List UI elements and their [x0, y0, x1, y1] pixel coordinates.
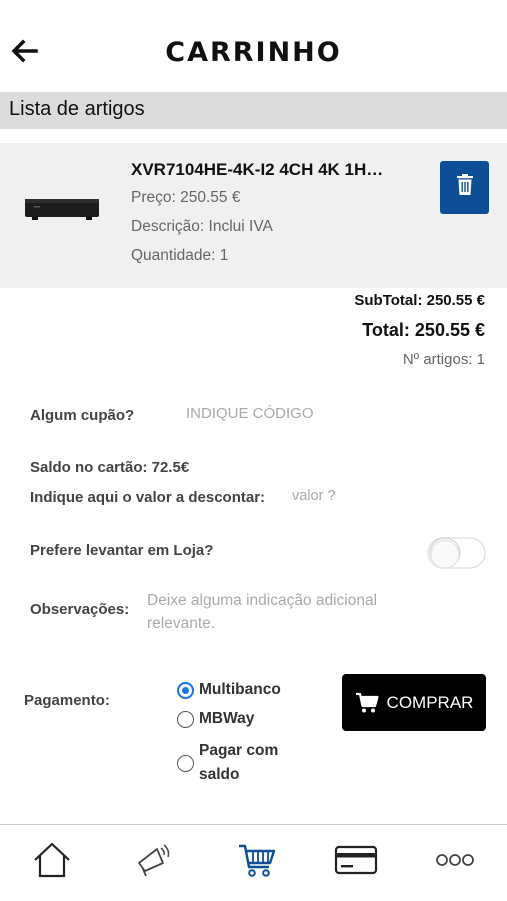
item-name: XVR7104HE-4K-I2 4CH 4K 1H…: [131, 160, 384, 179]
payment-option-balance[interactable]: Pagar com saldo: [177, 739, 317, 787]
megaphone-icon: [135, 843, 171, 882]
nav-cart[interactable]: [232, 837, 282, 887]
coupon-input[interactable]: INDIQUE CÓDIGO: [186, 405, 386, 427]
page-title: CARRINHO: [165, 37, 342, 68]
item-description: Descrição: Inclui IVA: [131, 218, 273, 235]
item-quantity: Quantidade: 1: [131, 247, 229, 264]
home-icon: [33, 842, 71, 883]
payment-option-label: Pagar com saldo: [199, 742, 279, 783]
radio-icon: [177, 710, 194, 728]
trash-icon: [456, 174, 473, 201]
nav-card[interactable]: [331, 837, 381, 887]
discount-input[interactable]: valor ?: [292, 488, 412, 510]
notes-label: Observações:: [30, 601, 130, 618]
payment-option-multibanco[interactable]: Multibanco: [177, 681, 281, 699]
more-icon: [435, 852, 475, 873]
store-pickup-label: Prefere levantar em Loja?: [30, 542, 214, 559]
coupon-label: Algum cupão?: [30, 407, 135, 424]
section-title: Lista de artigos: [9, 98, 145, 120]
nav-more[interactable]: [430, 837, 480, 887]
discount-label: Indique aqui o valor a descontar:: [30, 489, 266, 506]
radio-icon: [177, 754, 194, 772]
bottom-nav: [0, 824, 507, 901]
card-icon: [334, 844, 378, 881]
payment-option-label: MBWay: [199, 710, 255, 727]
payment-option-label: Multibanco: [199, 681, 281, 698]
item-count: Nº artigos: 1: [402, 351, 485, 368]
card-balance: Saldo no cartão: 72.5€: [30, 459, 190, 476]
item-price: Preço: 250.55 €: [131, 189, 241, 206]
header: CARRINHO: [0, 0, 507, 92]
cart-icon: [355, 692, 379, 714]
subtotal: SubTotal: 250.55 €: [354, 292, 485, 309]
cart-icon: [237, 842, 277, 883]
buy-button[interactable]: COMPRAR: [342, 674, 486, 731]
total: Total: 250.55 €: [362, 320, 485, 340]
nav-home[interactable]: [27, 837, 77, 887]
radio-selected-icon: [177, 681, 194, 699]
notes-input[interactable]: Deixe alguma indicação adicional relevan…: [147, 589, 417, 635]
product-image: [24, 196, 100, 224]
buy-button-label: COMPRAR: [386, 692, 474, 712]
delete-item-button[interactable]: [440, 161, 489, 214]
nav-campaigns[interactable]: [128, 837, 178, 887]
payment-option-mbway[interactable]: MBWay: [177, 710, 254, 728]
payment-label: Pagamento:: [24, 692, 110, 709]
store-pickup-toggle[interactable]: [425, 535, 487, 571]
